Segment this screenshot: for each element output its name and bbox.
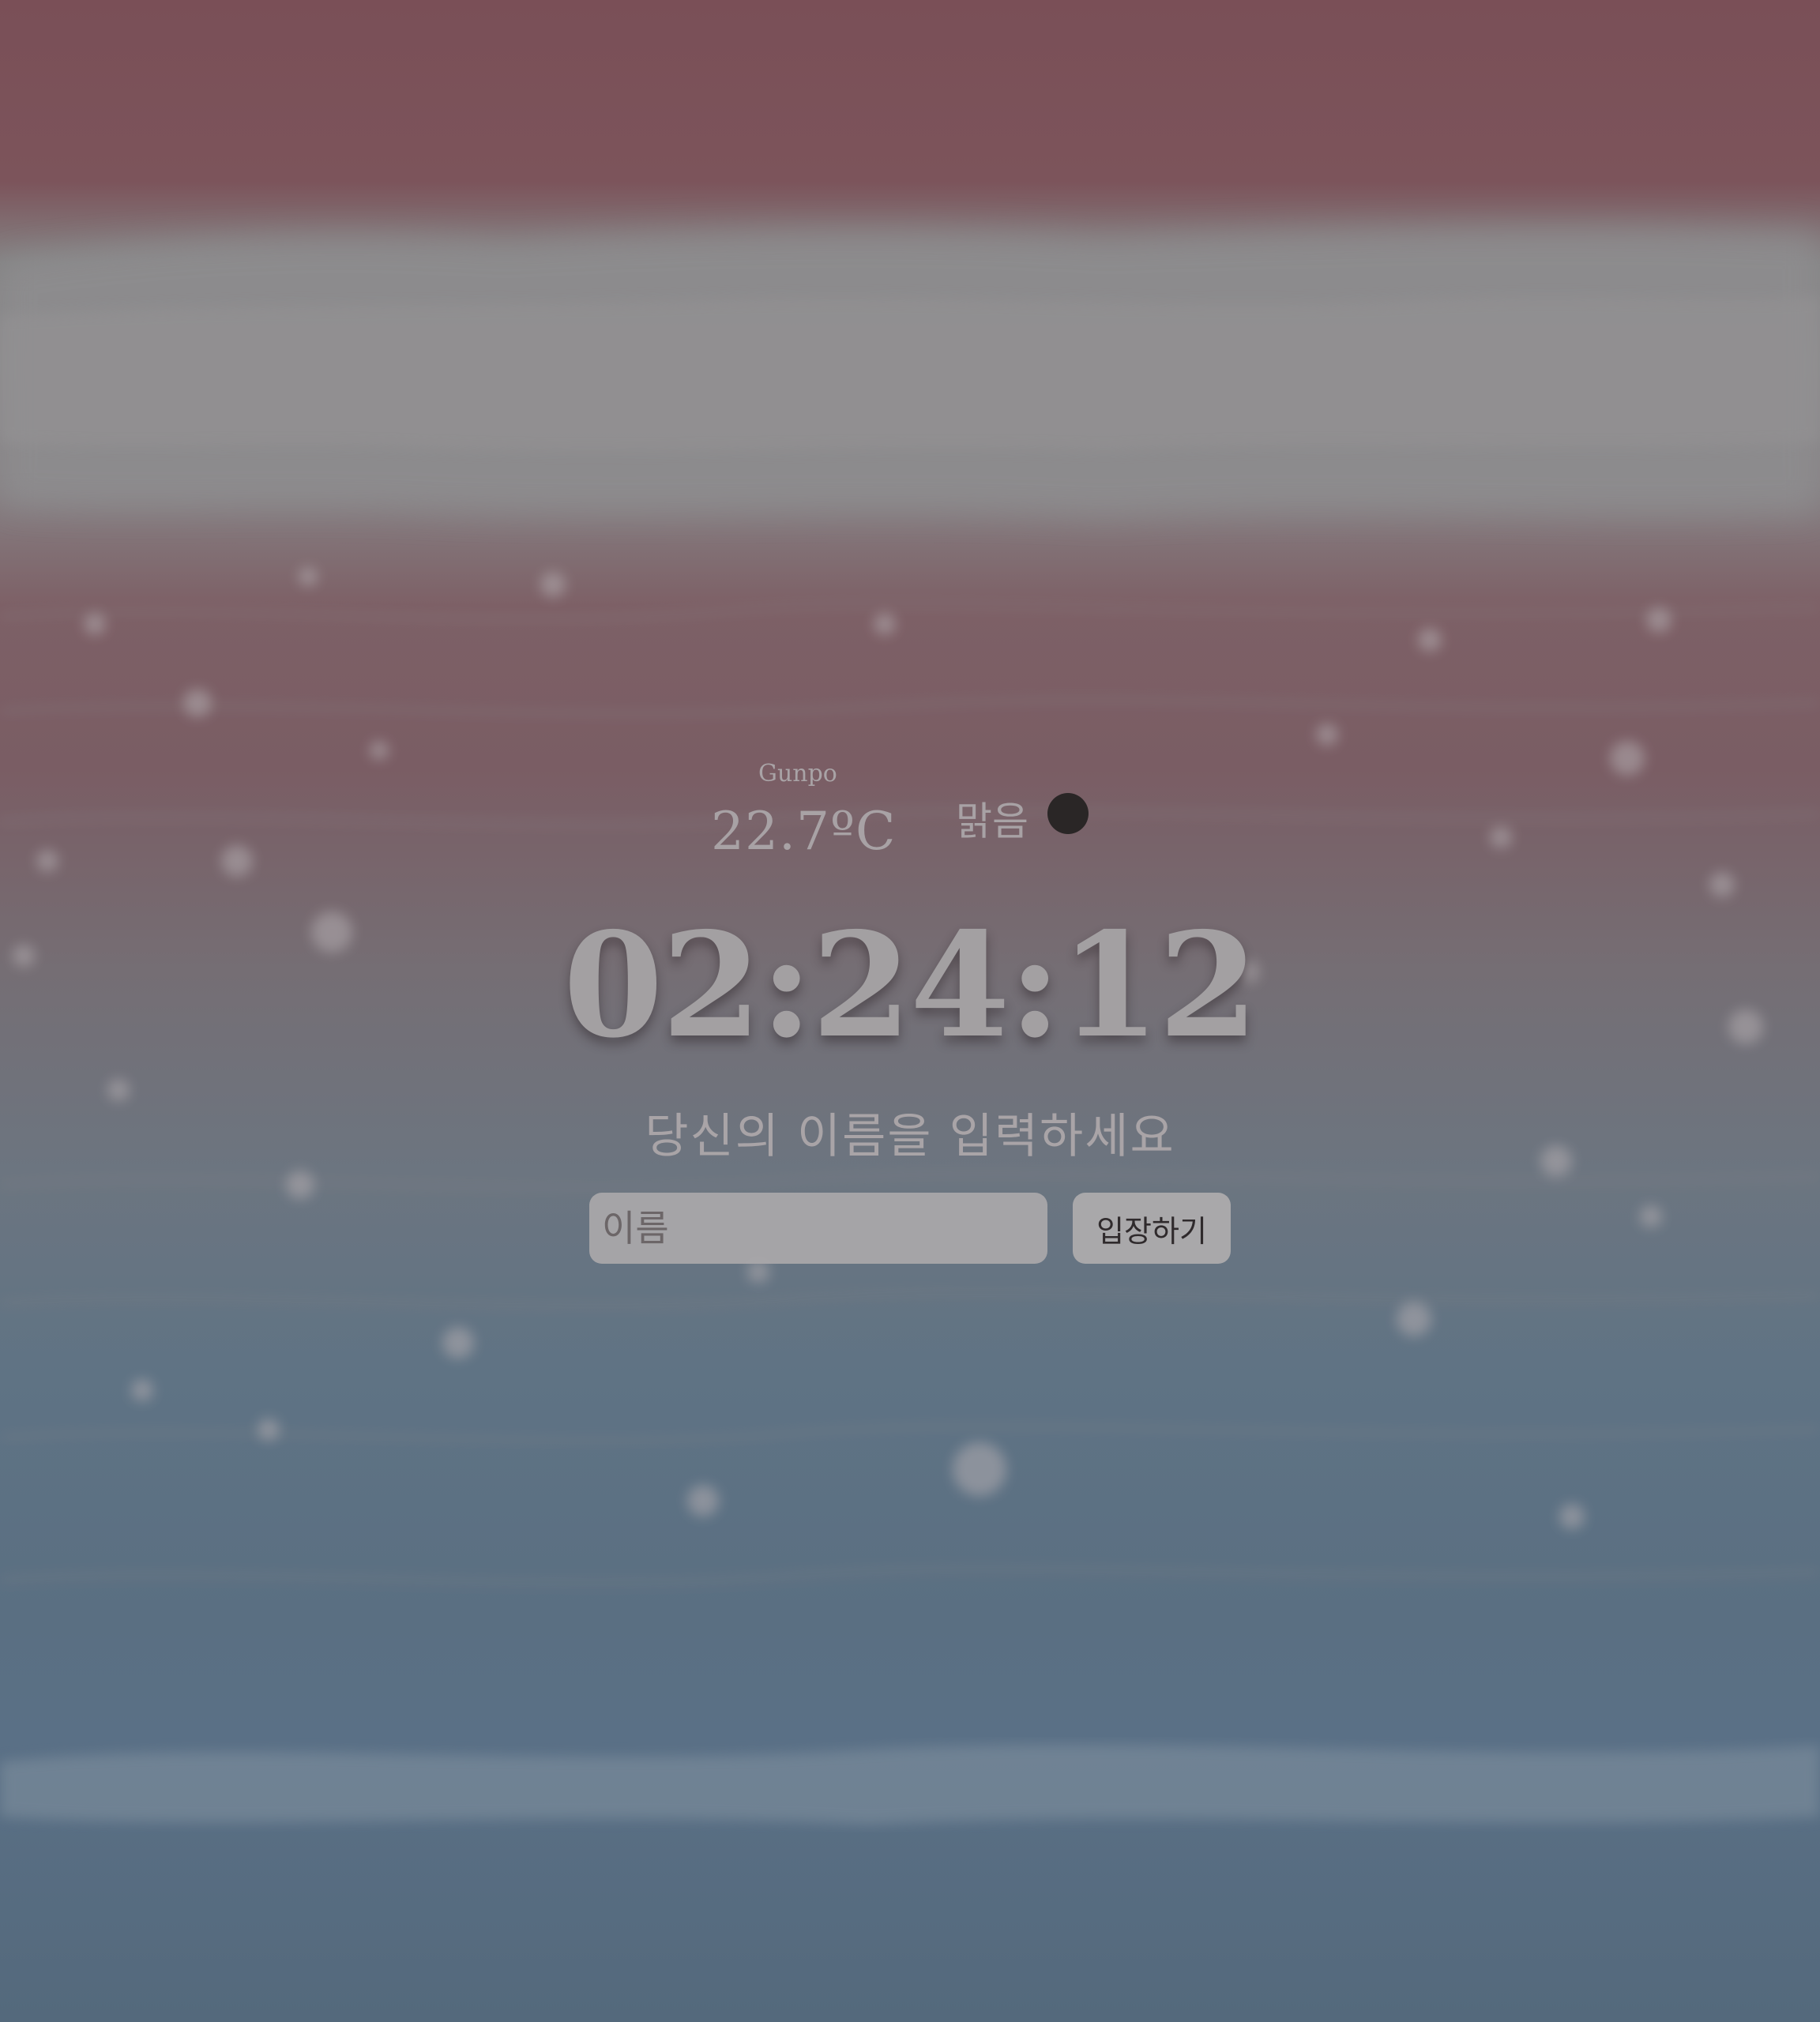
weather-widget: Gunpo 22.7ºC 맑음 [711, 760, 1122, 870]
weather-city: Gunpo [758, 760, 837, 787]
weather-temperature: 22.7ºC [711, 801, 897, 862]
clock-time: 02:24:12 [562, 900, 1258, 1069]
weather-dot-icon [1047, 793, 1089, 834]
main-content: Gunpo 22.7ºC 맑음 02:24:12 당신의 이름을 입력하세요 입… [0, 0, 1820, 2022]
login-form: 입장하기 [589, 1193, 1231, 1265]
enter-button[interactable]: 입장하기 [1073, 1193, 1231, 1264]
name-prompt: 당신의 이름을 입력하세요 [645, 1109, 1175, 1164]
name-input[interactable] [589, 1193, 1047, 1264]
weather-description: 맑음 [956, 799, 1028, 844]
